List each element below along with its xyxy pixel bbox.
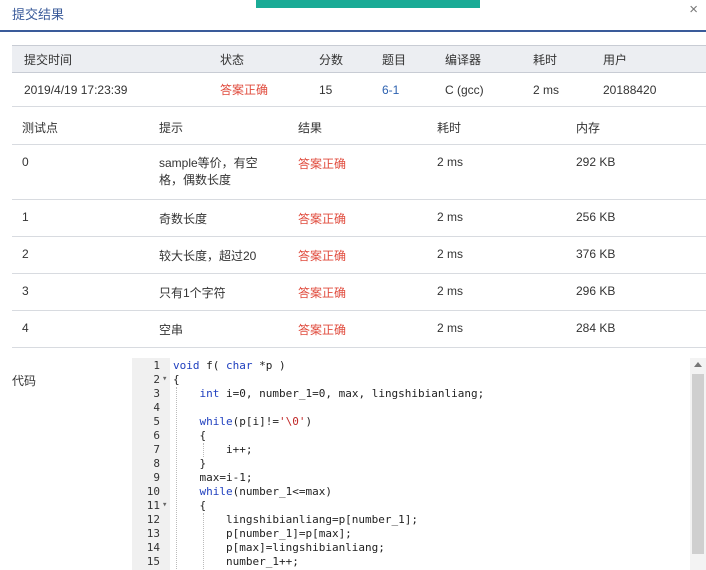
code-line: } — [173, 457, 207, 470]
line-number: 3 — [153, 387, 160, 400]
line-number: 1 — [153, 359, 160, 372]
table-row: 1 奇数长度 答案正确 2 ms 256 KB — [12, 200, 706, 237]
case-memory: 376 KB — [576, 247, 616, 261]
case-time: 2 ms — [437, 247, 464, 261]
indent-guide — [203, 513, 204, 569]
line-number: 10 — [146, 485, 160, 498]
code-line: { — [173, 499, 207, 512]
score: 15 — [319, 82, 333, 97]
code-line: while(p[i]!='\0') — [199, 415, 313, 428]
header-case: 测试点 — [22, 120, 59, 135]
header-problem: 题目 — [382, 52, 407, 67]
case-hint: 空串 — [159, 323, 184, 337]
table-row: 2 较大长度，超过20 答案正确 2 ms 376 KB — [12, 237, 706, 274]
submit-time: 2019/4/19 17:23:39 — [24, 82, 128, 97]
case-hint: sample等价，有空格，偶数长度 — [159, 156, 258, 187]
code-viewer[interactable]: 1 void f( char *p ) 2 ▾{3 int i=0, number_1… — [132, 358, 706, 570]
header-hint: 提示 — [159, 120, 184, 135]
compiler: C (gcc) — [445, 82, 484, 97]
user-id: 20188420 — [603, 82, 657, 97]
accent-bar — [256, 0, 480, 8]
fold-chevron-icon[interactable]: ▾ — [162, 500, 167, 510]
case-time: 2 ms — [437, 284, 464, 298]
line-number: 12 — [146, 513, 160, 526]
case-id: 4 — [22, 321, 29, 335]
vertical-scrollbar[interactable] — [690, 358, 706, 570]
line-number: 5 — [153, 415, 160, 428]
close-icon[interactable]: × — [689, 1, 698, 18]
line-number: 15 — [146, 555, 160, 568]
case-id: 2 — [22, 247, 29, 261]
status-badge: 答案正确 — [220, 83, 269, 97]
case-hint: 较大长度，超过20 — [159, 249, 257, 263]
header-case-time: 耗时 — [437, 120, 462, 135]
summary-header-row: 提交时间 状态 分数 题目 编译器 耗时 用户 — [12, 45, 706, 73]
code-line: p[number_1]=p[max]; — [173, 527, 352, 540]
header-compiler: 编译器 — [445, 52, 482, 67]
table-row: 4 空串 答案正确 2 ms 284 KB — [12, 311, 706, 348]
line-number: 8 — [153, 457, 160, 470]
dialog-title: 提交结果 — [12, 7, 65, 22]
code-line: int i=0, number_1=0, max, lingshibianlia… — [199, 387, 485, 400]
header-score: 分数 — [319, 52, 344, 67]
line-number: 7 — [153, 443, 160, 456]
line-number: 6 — [153, 429, 160, 442]
case-time: 2 ms — [437, 155, 464, 169]
line-number: 9 — [153, 471, 160, 484]
code-line: while(number_1<=max) — [199, 485, 332, 498]
code-line: { — [173, 373, 180, 386]
line-number: 14 — [146, 541, 160, 554]
header-memory: 内存 — [576, 120, 601, 135]
code-line: { — [173, 429, 207, 442]
case-result: 答案正确 — [298, 286, 347, 300]
case-hint: 只有1个字符 — [159, 286, 226, 300]
case-memory: 256 KB — [576, 210, 616, 224]
scroll-up-icon[interactable] — [694, 362, 702, 367]
code-line: p[max]=lingshibianliang; — [173, 541, 385, 554]
table-row: 0 sample等价，有空格，偶数长度 答案正确 2 ms 292 KB — [12, 145, 706, 200]
summary-row: 2019/4/19 17:23:39 答案正确 15 6-1 C (gcc) 2… — [12, 73, 706, 107]
line-number: 4 — [153, 401, 160, 414]
code-label: 代码 — [12, 374, 37, 388]
cases-header-row: 测试点 提示 结果 耗时 内存 — [12, 110, 706, 145]
header-result: 结果 — [298, 120, 323, 135]
header-status: 状态 — [220, 52, 245, 67]
case-time: 2 ms — [437, 321, 464, 335]
test-cases-table: 测试点 提示 结果 耗时 内存 0 sample等价，有空格，偶数长度 答案正确… — [12, 110, 706, 348]
case-result: 答案正确 — [298, 323, 347, 337]
case-memory: 292 KB — [576, 155, 616, 169]
code-line: i++; — [173, 443, 253, 456]
case-time: 2 ms — [437, 210, 464, 224]
line-number: 13 — [146, 527, 160, 540]
case-result: 答案正确 — [298, 157, 347, 171]
fold-chevron-icon[interactable]: ▾ — [162, 374, 167, 384]
case-hint: 奇数长度 — [159, 212, 208, 226]
scrollbar-thumb[interactable] — [692, 374, 704, 554]
run-time: 2 ms — [533, 82, 560, 97]
submission-summary-table: 提交时间 状态 分数 题目 编译器 耗时 用户 2019/4/19 17:23:… — [12, 45, 706, 107]
header-submit-time: 提交时间 — [24, 52, 73, 67]
line-number: 11 — [146, 499, 160, 512]
code-line: number_1++; — [173, 555, 299, 568]
indent-guide — [176, 387, 177, 569]
case-id: 3 — [22, 284, 29, 298]
code-line: lingshibianliang=p[number_1]; — [173, 513, 419, 526]
dialog-header: 提交结果 × — [0, 0, 706, 32]
table-row: 3 只有1个字符 答案正确 2 ms 296 KB — [12, 274, 706, 311]
case-result: 答案正确 — [298, 212, 347, 226]
code-line: void f( char *p ) — [173, 359, 286, 372]
case-id: 1 — [22, 210, 29, 224]
case-id: 0 — [22, 155, 29, 169]
case-memory: 296 KB — [576, 284, 616, 298]
indent-guide — [203, 443, 204, 457]
header-user: 用户 — [603, 52, 628, 67]
line-number: 2 — [153, 373, 160, 386]
problem-link[interactable]: 6-1 — [382, 73, 399, 106]
header-time: 耗时 — [533, 52, 558, 67]
case-memory: 284 KB — [576, 321, 616, 335]
case-result: 答案正确 — [298, 249, 347, 263]
code-line: max=i-1; — [173, 471, 253, 484]
